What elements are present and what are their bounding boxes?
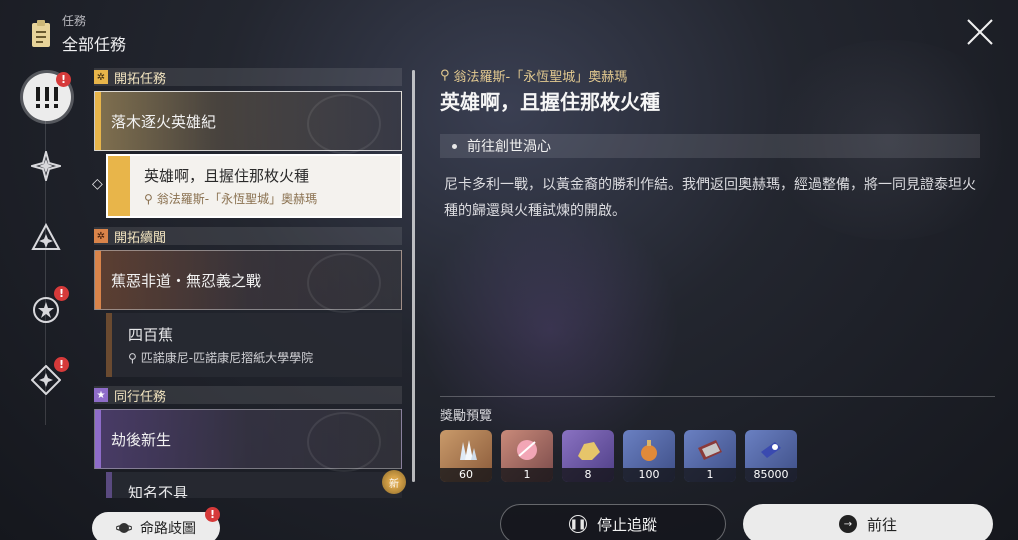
- mission-card-companion[interactable]: 劫後新生: [94, 409, 402, 472]
- card-strip: [95, 92, 101, 150]
- reward-count: 8: [562, 468, 614, 482]
- potion-icon: [641, 440, 657, 461]
- book-icon: [698, 440, 722, 460]
- location-pin-icon: ⚲: [440, 68, 450, 83]
- header-titles: 任務 全部任務: [62, 12, 126, 55]
- submission-title: 四百蕉: [128, 326, 174, 344]
- submission-title: 英雄啊，且握住那枚火種: [144, 167, 310, 185]
- nav-badge-daily: !: [54, 357, 69, 372]
- mission-subcard-selected[interactable]: 英雄啊，且握住那枚火種 ⚲ 翁法羅斯-「永恆聖城」奧赫瑪: [106, 154, 402, 218]
- reward-count: 1: [501, 468, 553, 482]
- section-header-trailblaze: ✲ 開拓任務: [94, 68, 402, 87]
- submission-location: ⚲ 翁法羅斯-「永恆聖城」奧赫瑪: [144, 190, 400, 207]
- planet-icon: [116, 523, 132, 533]
- gold-ore-icon: [578, 442, 600, 460]
- detail-title: 英雄啊，且握住那枚火種: [440, 90, 660, 114]
- star-icon: ✲: [94, 229, 108, 243]
- objective-text: 前往創世渦心: [467, 139, 551, 155]
- header-subtitle: 任務: [62, 14, 87, 28]
- mission-title: 蕉惡非道・無忍義之戰: [111, 271, 262, 290]
- arrow-right-icon: →: [838, 515, 857, 533]
- reward-count: 1: [684, 468, 736, 482]
- branch-map-button[interactable]: 命路歧圖: [92, 512, 220, 540]
- detail-description: 尼卡多利一戰，以黃金裔的勝利作結。我們返回奧赫瑪，經過整備，將一同見證泰坦火種的…: [444, 177, 976, 219]
- section-header-adventure: ✲ 開拓續聞: [94, 227, 402, 246]
- reward-item[interactable]: 1: [501, 430, 553, 482]
- nav-item-trailblaze[interactable]: [24, 144, 68, 188]
- submission-title: 知名不具: [128, 484, 189, 498]
- detail-location: ⚲ 翁法羅斯-「永恆聖城」奧赫瑪: [440, 66, 627, 85]
- section-label: 開拓續聞: [114, 230, 167, 246]
- credit-icon: [761, 442, 781, 458]
- exclamation-icon: [36, 87, 58, 108]
- reward-count: 60: [440, 468, 492, 482]
- mission-title: 劫後新生: [111, 430, 172, 449]
- card-strip: [95, 251, 101, 309]
- button-label: 停止追蹤: [596, 515, 657, 534]
- mission-title: 落木逐火英雄紀: [111, 112, 217, 131]
- branch-badge: !: [205, 507, 220, 522]
- mission-card-trailblaze[interactable]: 落木逐火英雄紀: [94, 91, 402, 154]
- reward-item[interactable]: 1: [684, 430, 736, 482]
- reward-item[interactable]: 100: [623, 430, 675, 482]
- reward-item[interactable]: 60: [440, 430, 492, 482]
- button-label: 前往: [866, 515, 897, 534]
- crystal-icon: [460, 440, 477, 460]
- reward-list: 60 1 8 100 1 85000: [440, 430, 797, 482]
- nav-item-adventure[interactable]: [24, 216, 68, 260]
- reward-count: 85000: [745, 468, 797, 482]
- card-strip: [106, 313, 112, 377]
- reward-count: 100: [623, 468, 675, 482]
- bullet-icon: [452, 143, 457, 149]
- submission-location: ⚲ 匹諾康尼-匹諾康尼摺紙大學學院: [128, 349, 402, 366]
- nav-badge-companion: !: [54, 286, 69, 301]
- sun-icon: ✲: [94, 70, 108, 84]
- clipboard-icon: [32, 19, 50, 47]
- location-pin-icon: ⚲: [144, 191, 153, 206]
- star-compass-icon: [31, 151, 61, 181]
- go-button[interactable]: → 前往: [743, 504, 993, 540]
- section-label: 同行任務: [114, 389, 167, 405]
- pause-icon: ❚❚: [568, 515, 587, 533]
- reward-label: 獎勵預覽: [440, 409, 493, 424]
- star-icon: ★: [94, 388, 108, 402]
- section-header-companion: ★ 同行任務: [94, 386, 402, 405]
- card-strip: [106, 472, 112, 498]
- divider: [440, 396, 995, 397]
- card-strip: [95, 410, 101, 468]
- location-pin-icon: ⚲: [128, 350, 137, 365]
- card-strip: [108, 156, 130, 216]
- detail-location-text: 翁法羅斯-「永恆聖城」奧赫瑪: [453, 70, 628, 85]
- mission-card-adventure[interactable]: 蕉惡非道・無忍義之戰: [94, 250, 402, 313]
- stop-tracking-button[interactable]: ❚❚ 停止追蹤: [500, 504, 726, 540]
- triangle-star-icon: [31, 223, 61, 250]
- location-text: 匹諾康尼-匹諾康尼摺紙大學學院: [140, 351, 314, 365]
- new-badge: 新: [382, 470, 406, 494]
- close-icon[interactable]: [964, 16, 996, 48]
- nav-badge-all: !: [56, 72, 71, 87]
- selected-arrow-icon: ◇: [92, 176, 103, 192]
- button-label: 命路歧圖: [140, 521, 196, 537]
- objective-bar: 前往創世渦心: [440, 134, 980, 158]
- pink-orb-icon: [517, 440, 537, 460]
- reward-item[interactable]: 85000: [745, 430, 797, 482]
- reward-item[interactable]: 8: [562, 430, 614, 482]
- mission-list: ✲ 開拓任務 落木逐火英雄紀 英雄啊，且握住那枚火種 ⚲ 翁法羅斯-「永恆聖城」…: [94, 68, 402, 498]
- section-label: 開拓任務: [114, 71, 167, 87]
- mission-subcard[interactable]: 知名不具: [106, 472, 402, 498]
- page-header: 任務 全部任務: [30, 12, 126, 55]
- location-text: 翁法羅斯-「永恆聖城」奧赫瑪: [156, 192, 318, 206]
- scrollbar-thumb[interactable]: [412, 70, 415, 482]
- page-title: 全部任務: [62, 35, 127, 54]
- mission-subcard[interactable]: 四百蕉 ⚲ 匹諾康尼-匹諾康尼摺紙大學學院: [106, 313, 402, 377]
